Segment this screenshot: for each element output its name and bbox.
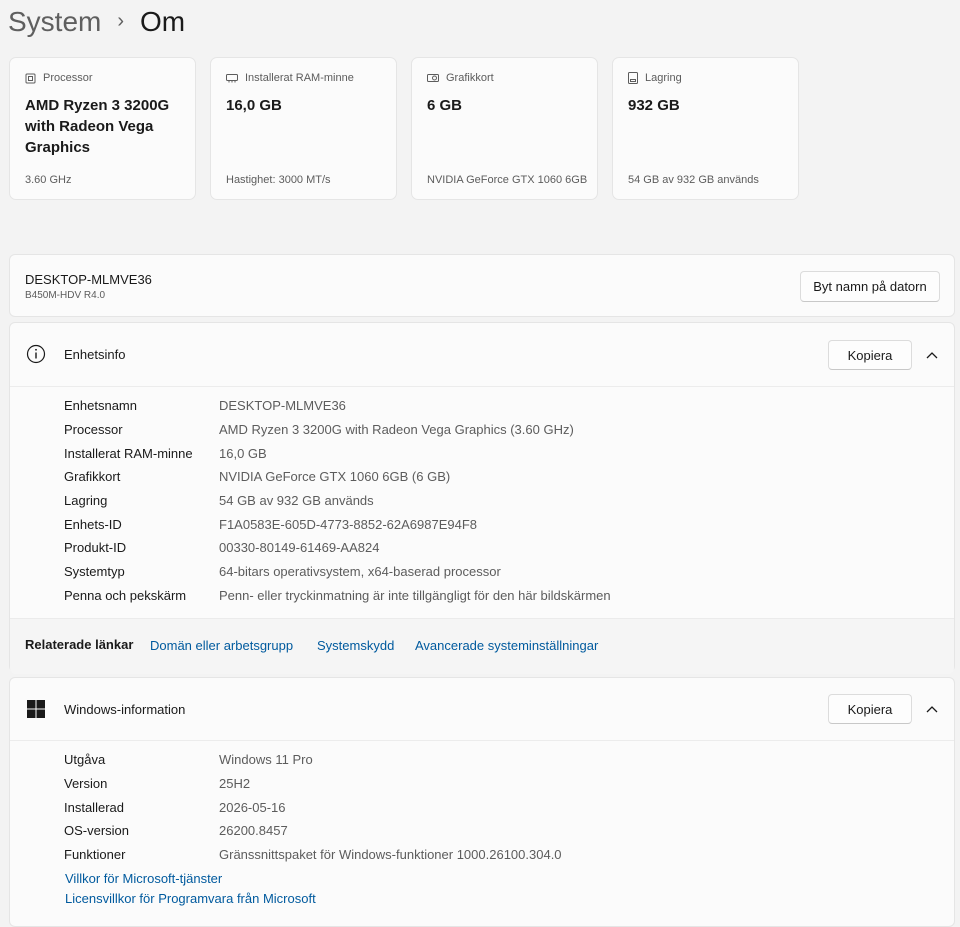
info-row: Lagring 54 GB av 932 GB används [64, 489, 611, 513]
info-row: Processor AMD Ryzen 3 3200G with Radeon V… [64, 418, 611, 442]
info-key: OS-version [64, 823, 130, 839]
info-value: 54 GB av 932 GB används [219, 493, 374, 509]
info-value: 64-bitars operativsystem, x64-baserad pr… [219, 564, 501, 580]
spec-card-sub: 54 GB av 932 GB används [628, 174, 759, 186]
processor-icon [25, 73, 36, 83]
info-value: 16,0 GB [219, 445, 267, 461]
info-key: Utgåva [64, 752, 106, 768]
divider [10, 740, 954, 741]
info-key: Enhetsnamn [64, 398, 137, 414]
info-key: Processor [64, 422, 123, 438]
info-key: Enhets-ID [64, 516, 122, 532]
info-value: Penn- eller tryckinmatning är inte tillg… [219, 587, 611, 603]
info-row: Enhets-ID F1A0583E-605D-4773-8852-62A6987… [64, 512, 611, 536]
info-key: Installerad [64, 799, 124, 815]
page-title: Om [140, 6, 186, 37]
chevron-up-icon [926, 706, 938, 713]
info-row: OS-version 26200.8457 [64, 819, 562, 843]
info-row: Version 25H2 [64, 772, 562, 796]
info-value: F1A0583E-605D-4773-8852-62A6987E94F8 [219, 516, 478, 532]
divider [10, 386, 954, 387]
info-value: 00330-80149-61469-AA824 [219, 540, 380, 556]
link-domain-workgroup[interactable]: Domän eller arbetsgrupp [150, 638, 293, 653]
info-key: Systemtyp [64, 564, 125, 580]
info-row: Enhetsnamn DESKTOP-MLMVE36 [64, 394, 611, 418]
rename-pc-button[interactable]: Byt namn på datorn [800, 271, 940, 302]
link-microsoft-software-license[interactable]: Licensvillkor för Programvara från Micro… [65, 889, 316, 909]
info-row: Systemtyp 64-bitars operativsystem, x64-b… [64, 560, 611, 584]
info-row: Penna och pekskärm Penn- eller tryckinmat… [64, 584, 611, 608]
info-row: Grafikkort NVIDIA GeForce GTX 1060 6GB (6… [64, 465, 611, 489]
collapse-windows-info-button[interactable] [924, 701, 940, 717]
info-key: Produkt-ID [64, 540, 127, 556]
spec-card-label: Installerat RAM-minne [245, 72, 354, 84]
computer-name: DESKTOP-MLMVE36 [25, 272, 152, 287]
info-key: Installerat RAM-minne [64, 445, 193, 461]
info-value: NVIDIA GeForce GTX 1060 6GB (6 GB) [219, 469, 451, 485]
info-key: Grafikkort [64, 469, 121, 485]
windows-info-list: Utgåva Windows 11 Pro Version 25H2 Install… [64, 748, 562, 866]
spec-card-label: Processor [43, 72, 93, 84]
spec-card-value: 16,0 GB [226, 97, 282, 114]
related-links-bar: Relaterade länkar Domän eller arbetsgrup… [10, 618, 954, 674]
copy-windows-info-button[interactable]: Kopiera [828, 694, 912, 724]
device-info-panel: Enhetsinfo Kopiera Enhetsnamn DESKTOP-MLM… [9, 322, 955, 674]
device-info-list: Enhetsnamn DESKTOP-MLMVE36 Processor AMD R… [64, 394, 611, 607]
spec-card-ram: Installerat RAM-minne 16,0 GB Hastighet:… [210, 57, 397, 200]
spec-card-value: 6 GB [427, 97, 463, 114]
info-value: Gränssnittspaket för Windows-funktioner … [219, 847, 562, 863]
windows-info-panel: Windows-information Kopiera Utgåva Window… [9, 677, 955, 927]
breadcrumb-separator-icon: › [117, 9, 125, 32]
windows-links: Villkor för Microsoft-tjänster Licensvil… [65, 869, 316, 909]
windows-logo-icon [27, 700, 45, 718]
info-value: Windows 11 Pro [219, 752, 313, 768]
spec-card-label: Grafikkort [446, 72, 494, 84]
info-key: Penna och pekskärm [64, 587, 187, 603]
info-icon [26, 344, 46, 364]
info-value: 2026-05-16 [219, 799, 286, 815]
spec-card-storage: Lagring 932 GB 54 GB av 932 GB används [612, 57, 799, 200]
info-value: 25H2 [219, 776, 251, 792]
link-microsoft-services-agreement[interactable]: Villkor för Microsoft-tjänster [65, 869, 316, 889]
copy-device-info-button[interactable]: Kopiera [828, 340, 912, 370]
info-row: Utgåva Windows 11 Pro [64, 748, 562, 772]
computer-model: B450M-HDV R4.0 [25, 290, 106, 301]
info-row: Funktioner Gränssnittspaket för Windows-f… [64, 843, 562, 867]
related-links-label: Relaterade länkar [25, 637, 134, 652]
spec-card-sub: Hastighet: 3000 MT/s [226, 174, 331, 186]
info-key: Funktioner [64, 847, 126, 863]
info-row: Produkt-ID 00330-80149-61469-AA824 [64, 536, 611, 560]
spec-card-sub: NVIDIA GeForce GTX 1060 6GB [427, 174, 588, 186]
info-value: AMD Ryzen 3 3200G with Radeon Vega Graph… [219, 422, 574, 438]
spec-card-sub: 3.60 GHz [25, 174, 72, 186]
link-advanced-system-settings[interactable]: Avancerade systeminställningar [415, 638, 598, 653]
spec-card-label: Lagring [645, 72, 682, 84]
spec-card-value: AMD Ryzen 3 3200G with Radeon Vega Graph… [25, 97, 170, 156]
breadcrumb: System › Om [8, 4, 185, 40]
collapse-device-info-button[interactable] [924, 347, 940, 363]
breadcrumb-system[interactable]: System [8, 6, 101, 38]
info-key: Version [64, 776, 108, 792]
computer-name-panel: DESKTOP-MLMVE36 B450M-HDV R4.0 Byt namn … [9, 254, 955, 317]
storage-icon [628, 72, 638, 84]
info-key: Lagring [64, 493, 108, 509]
info-row: Installerat RAM-minne 16,0 GB [64, 441, 611, 465]
device-info-title: Enhetsinfo [64, 347, 126, 362]
windows-info-title: Windows-information [64, 702, 186, 717]
chevron-up-icon [926, 352, 938, 359]
info-row: Installerad 2026-05-16 [64, 795, 562, 819]
spec-card-processor: Processor AMD Ryzen 3 3200G with Radeon … [9, 57, 196, 200]
link-system-protection[interactable]: Systemskydd [317, 638, 394, 653]
ram-icon [226, 74, 238, 83]
graphics-card-icon [427, 74, 439, 82]
spec-card-value: 932 GB [628, 97, 680, 114]
info-value: DESKTOP-MLMVE36 [219, 398, 346, 414]
info-value: 26200.8457 [219, 823, 288, 839]
spec-card-graphics: Grafikkort 6 GB NVIDIA GeForce GTX 1060 … [411, 57, 598, 200]
